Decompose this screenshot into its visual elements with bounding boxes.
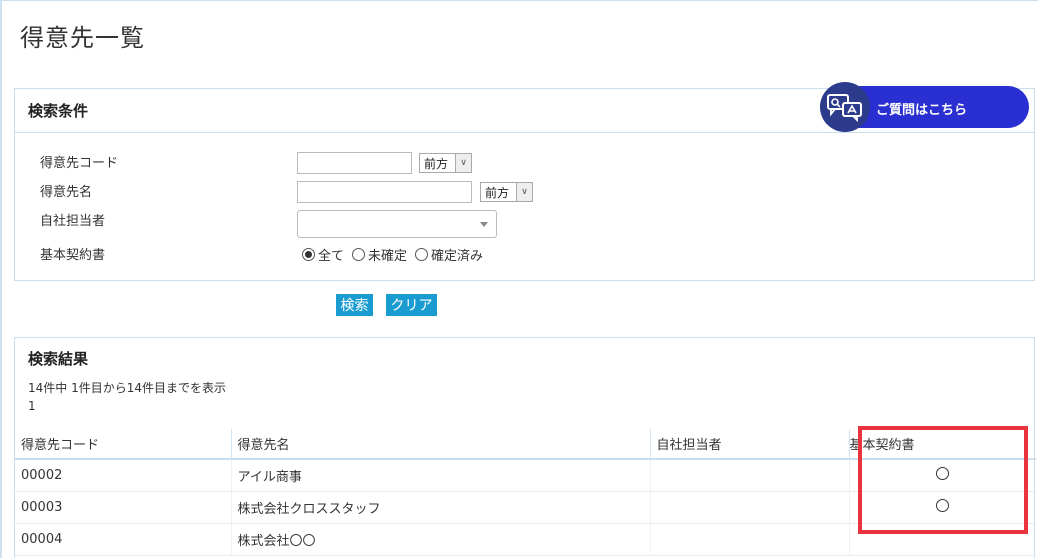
customer-name-match-select[interactable]: 前方 ∨ [480, 182, 533, 202]
customer-code-match-value: 前方 [424, 156, 449, 171]
contract-radio-confirmed-label: 確定済み [431, 249, 484, 264]
radio-unchecked-icon [415, 248, 429, 261]
radio-unchecked-icon [352, 248, 366, 261]
search-results-header: 検索結果 [28, 349, 89, 368]
contract-circle-mark [936, 498, 950, 512]
table-header-row: 得意先コード 得意先名 自社担当者 基本契約書 [15, 429, 1036, 460]
cell-name[interactable]: アイル商事 [231, 459, 651, 492]
contract-radio-all[interactable]: 全て [302, 245, 344, 264]
customer-name-label: 得意先名 [40, 185, 93, 200]
cell-staff [650, 491, 850, 524]
column-header-name[interactable]: 得意先名 [231, 429, 651, 460]
caret-down-icon [480, 222, 488, 227]
contract-radio-all-label: 全て [318, 249, 345, 264]
customer-code-label: 得意先コード [40, 156, 119, 171]
contract-label: 基本契約書 [40, 248, 106, 263]
cell-code[interactable]: 00004 [15, 523, 232, 556]
clear-button[interactable]: クリア [386, 294, 437, 316]
customer-name-match-value: 前方 [485, 185, 510, 200]
table-row[interactable]: 00003 株式会社クロススタッフ [15, 491, 1036, 524]
cell-staff [650, 523, 850, 556]
radio-checked-icon [302, 248, 315, 261]
contract-radio-unconfirmed-label: 未確定 [368, 249, 408, 264]
help-button-label: ご質問はこちら [876, 103, 968, 118]
contract-radio-group: 全て 未確定 確定済み [302, 245, 491, 264]
cell-code[interactable]: 00003 [15, 491, 232, 524]
cell-staff [650, 459, 850, 492]
chat-translate-icon [820, 82, 870, 132]
search-results-panel: 検索結果 14件中 1件目から14件目までを表示 1 得意先コード 得意先名 自… [14, 337, 1036, 558]
column-header-contract[interactable]: 基本契約書 [849, 429, 1036, 460]
results-count-text: 14件中 1件目から14件目までを表示 [28, 381, 226, 395]
cell-contract [849, 459, 1036, 492]
chevron-down-icon: ∨ [455, 154, 471, 172]
column-header-code[interactable]: 得意先コード [15, 429, 232, 460]
cell-code[interactable]: 00002 [15, 459, 232, 492]
staff-label: 自社担当者 [40, 214, 106, 229]
column-header-staff[interactable]: 自社担当者 [650, 429, 850, 460]
search-button[interactable]: 検索 [336, 294, 373, 316]
staff-dropdown[interactable] [297, 210, 497, 238]
table-row[interactable]: 00004 株式会社〇〇 [15, 523, 1036, 556]
page-title: 得意先一覧 [20, 24, 145, 52]
help-button[interactable]: ご質問はこちら [820, 82, 1029, 132]
cell-contract [849, 491, 1036, 524]
customer-code-input[interactable] [297, 152, 412, 174]
table-row[interactable]: 00002 アイル商事 [15, 459, 1036, 492]
cell-name[interactable]: 株式会社〇〇 [231, 523, 651, 556]
contract-circle-mark [936, 466, 950, 480]
pagination-page-link[interactable]: 1 [28, 397, 226, 415]
contract-radio-unconfirmed[interactable]: 未確定 [352, 245, 407, 264]
cell-name[interactable]: 株式会社クロススタッフ [231, 491, 651, 524]
results-table: 得意先コード 得意先名 自社担当者 基本契約書 00002 アイル商事 0000… [15, 429, 1036, 556]
customer-code-match-select[interactable]: 前方 ∨ [419, 153, 472, 173]
results-summary: 14件中 1件目から14件目までを表示 1 [28, 379, 226, 415]
contract-radio-confirmed[interactable]: 確定済み [415, 245, 483, 264]
customer-name-input[interactable] [297, 181, 472, 203]
cell-contract [849, 523, 1036, 556]
chevron-down-icon: ∨ [516, 183, 532, 201]
